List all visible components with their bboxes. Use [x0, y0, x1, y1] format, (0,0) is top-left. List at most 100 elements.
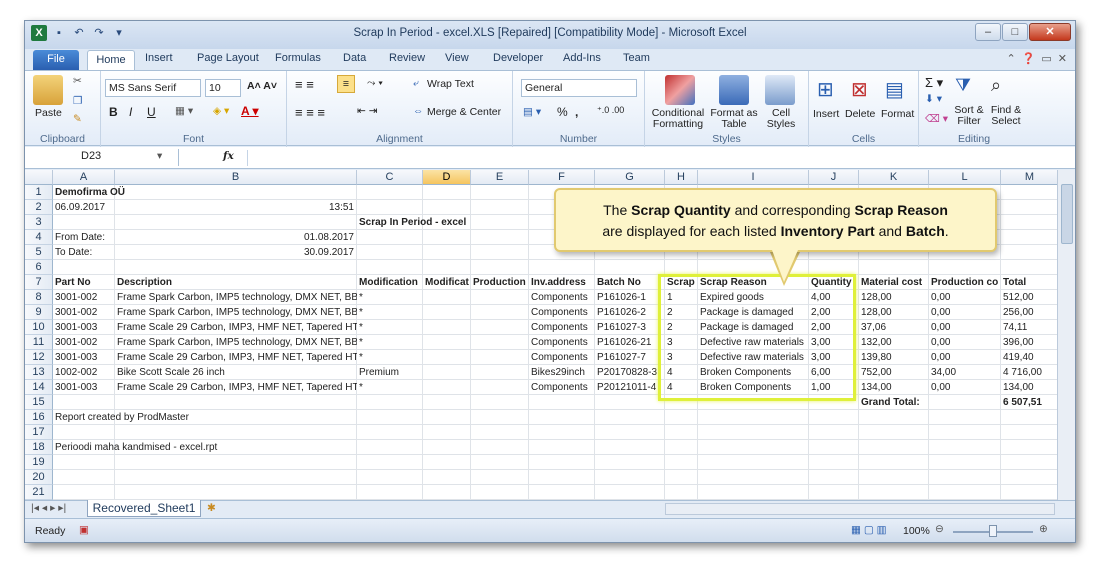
- delete-button[interactable]: Delete: [845, 108, 875, 120]
- row-header-12[interactable]: 12: [25, 350, 53, 365]
- wrap-text-button[interactable]: Wrap Text: [427, 78, 474, 90]
- close-button[interactable]: ✕: [1029, 23, 1071, 41]
- vertical-scrollbar[interactable]: [1057, 170, 1075, 515]
- format-button[interactable]: Format: [881, 108, 914, 120]
- macro-record-icon[interactable]: ▣: [79, 524, 89, 536]
- column-header-c[interactable]: C: [357, 170, 423, 185]
- format-cells-icon[interactable]: ▤: [885, 77, 904, 102]
- maximize-button[interactable]: □: [1002, 23, 1028, 41]
- format-table-icon[interactable]: [719, 75, 749, 105]
- vertical-scroll-thumb[interactable]: [1061, 184, 1073, 244]
- wrap-text-icon[interactable]: ⤶: [413, 77, 419, 90]
- row-header-13[interactable]: 13: [25, 365, 53, 380]
- top-align-icon[interactable]: ≡ ≡: [295, 77, 314, 92]
- column-header-f[interactable]: F: [529, 170, 595, 185]
- ribbon-collapse-icon[interactable]: ⌃: [1006, 52, 1015, 65]
- row-header-14[interactable]: 14: [25, 380, 53, 395]
- underline-button[interactable]: U: [147, 105, 156, 119]
- column-header-h[interactable]: H: [665, 170, 698, 185]
- sort-filter-icon[interactable]: ⧩: [955, 75, 971, 96]
- delete-cells-icon[interactable]: ⊠: [851, 77, 868, 102]
- row-header-6[interactable]: 6: [25, 260, 53, 275]
- tab-team[interactable]: Team: [623, 52, 650, 64]
- zoom-slider-thumb[interactable]: [989, 525, 997, 537]
- insert-cells-icon[interactable]: ⊞: [817, 77, 834, 102]
- comma-button[interactable]: ,: [575, 105, 578, 119]
- cell-styles-icon[interactable]: [765, 75, 795, 105]
- row-header-4[interactable]: 4: [25, 230, 53, 245]
- paste-label[interactable]: Paste: [35, 107, 62, 119]
- tab-page-layout[interactable]: Page Layout: [197, 52, 259, 64]
- grow-font-icon[interactable]: A˄ A˅: [247, 80, 277, 92]
- column-header-a[interactable]: A: [53, 170, 115, 185]
- font-size-select[interactable]: 10: [205, 79, 241, 97]
- decimal-icon[interactable]: ⁺.0 .00: [597, 105, 624, 116]
- minimize-button[interactable]: –: [975, 23, 1001, 41]
- namebox-dropdown-icon[interactable]: ▾: [157, 150, 162, 162]
- row-header-7[interactable]: 7: [25, 275, 53, 290]
- cell-styles-button[interactable]: Cell Styles: [761, 108, 801, 130]
- row-header-20[interactable]: 20: [25, 470, 53, 485]
- tab-home[interactable]: Home: [87, 50, 135, 71]
- horizontal-scrollbar[interactable]: [665, 503, 1055, 515]
- autosum-icon[interactable]: Σ ▾: [925, 75, 943, 91]
- select-all-corner[interactable]: [25, 170, 53, 185]
- row-header-17[interactable]: 17: [25, 425, 53, 440]
- tab-developer[interactable]: Developer: [493, 52, 543, 64]
- row-header-15[interactable]: 15: [25, 395, 53, 410]
- tab-add-ins[interactable]: Add-Ins: [563, 52, 601, 64]
- row-header-5[interactable]: 5: [25, 245, 53, 260]
- percent-button[interactable]: %: [557, 105, 568, 119]
- format-as-table-button[interactable]: Format as Table: [709, 108, 759, 130]
- restore-window-icon[interactable]: ▭: [1041, 52, 1051, 65]
- zoom-out-icon[interactable]: ⊖: [935, 523, 944, 535]
- row-header-19[interactable]: 19: [25, 455, 53, 470]
- column-header-l[interactable]: L: [929, 170, 1001, 185]
- conditional-formatting-button[interactable]: Conditional Formatting: [649, 108, 707, 130]
- view-buttons-icon[interactable]: ▦ ▢ ▥: [851, 524, 887, 536]
- tab-insert[interactable]: Insert: [145, 52, 173, 64]
- bottom-align-icon[interactable]: ≡: [337, 75, 355, 93]
- sheet-tab-recovered[interactable]: Recovered_Sheet1: [87, 500, 201, 517]
- font-color-icon[interactable]: A ▾: [241, 104, 259, 118]
- formula-input[interactable]: [247, 150, 1047, 166]
- number-format-select[interactable]: General: [521, 79, 637, 97]
- merge-center-button[interactable]: Merge & Center: [427, 106, 501, 118]
- conditional-formatting-icon[interactable]: [665, 75, 695, 105]
- column-header-k[interactable]: K: [859, 170, 929, 185]
- row-header-3[interactable]: 3: [25, 215, 53, 230]
- paste-icon[interactable]: [33, 75, 63, 105]
- fill-color-icon[interactable]: ◈ ▾: [213, 105, 229, 117]
- copy-icon[interactable]: ❐: [73, 95, 82, 107]
- row-header-11[interactable]: 11: [25, 335, 53, 350]
- format-painter-icon[interactable]: ✎: [73, 113, 82, 125]
- row-header-1[interactable]: 1: [25, 185, 53, 200]
- row-header-18[interactable]: 18: [25, 440, 53, 455]
- column-header-e[interactable]: E: [471, 170, 529, 185]
- column-header-g[interactable]: G: [595, 170, 665, 185]
- sheet-nav-icon[interactable]: |◂ ◂ ▸ ▸|: [31, 502, 66, 514]
- tab-formulas[interactable]: Formulas: [275, 52, 321, 64]
- font-name-select[interactable]: MS Sans Serif: [105, 79, 201, 97]
- zoom-in-icon[interactable]: ⊕: [1039, 523, 1048, 535]
- tab-file[interactable]: File: [33, 50, 79, 70]
- tab-view[interactable]: View: [445, 52, 469, 64]
- tab-review[interactable]: Review: [389, 52, 425, 64]
- column-header-b[interactable]: B: [115, 170, 357, 185]
- column-header-d[interactable]: D: [423, 170, 471, 185]
- row-header-10[interactable]: 10: [25, 320, 53, 335]
- column-header-j[interactable]: J: [809, 170, 859, 185]
- find-select-button[interactable]: Find & Select: [987, 105, 1025, 127]
- align-text-icon[interactable]: ≡ ≡ ≡: [295, 105, 325, 120]
- row-header-8[interactable]: 8: [25, 290, 53, 305]
- insert-sheet-icon[interactable]: ✱: [207, 502, 216, 514]
- find-select-icon[interactable]: ⌕: [991, 75, 1001, 96]
- currency-icon[interactable]: ▤ ▾: [523, 106, 541, 118]
- row-header-2[interactable]: 2: [25, 200, 53, 215]
- italic-button[interactable]: I: [129, 105, 132, 119]
- fx-icon[interactable]: fx: [223, 150, 234, 162]
- merge-icon[interactable]: ⇔: [413, 105, 424, 117]
- orientation-icon[interactable]: ⤳ ▾: [367, 77, 383, 90]
- close-workbook-icon[interactable]: ✕: [1058, 52, 1067, 65]
- clear-icon[interactable]: ⌫ ▾: [925, 113, 948, 125]
